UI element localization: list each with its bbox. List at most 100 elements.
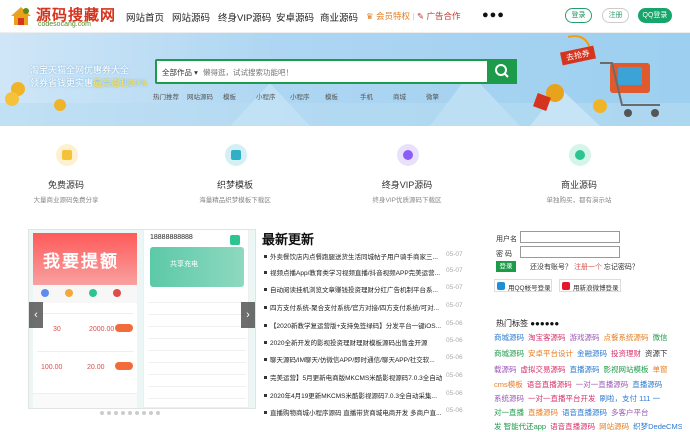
tag-link[interactable]: 网站源码 bbox=[599, 421, 629, 432]
tag-link[interactable]: 虚拟交易源码 bbox=[521, 364, 566, 375]
hot-keyword[interactable]: 小程序 bbox=[290, 91, 310, 101]
register-button[interactable]: 注册 bbox=[602, 8, 629, 23]
news-title[interactable]: 聊天源码/IM聊天/仿微信APP/即时通信/聊天APP/社交软... bbox=[270, 354, 442, 364]
news-item[interactable]: 2020全新开发的影视投资理财理财模板源码出售金开源 05-06 bbox=[262, 337, 467, 349]
news-item[interactable]: 四方支付系统-聚合支付系统/官方对接/四方支付系统/可对... 05-07 bbox=[262, 302, 467, 314]
slider-dot[interactable] bbox=[135, 411, 139, 415]
slider-dot[interactable] bbox=[114, 411, 118, 415]
nav-item-business[interactable]: 商业源码 bbox=[320, 10, 358, 24]
hot-keyword[interactable]: 模板 bbox=[325, 91, 338, 101]
tag-link[interactable]: 多客户平台 bbox=[611, 407, 649, 418]
hot-keyword[interactable]: 网站源码 bbox=[187, 91, 213, 101]
slider-next-button[interactable]: › bbox=[241, 302, 255, 328]
nav-item-android[interactable]: 安卓源码 bbox=[276, 10, 314, 24]
login-button[interactable]: 登录 bbox=[565, 8, 592, 23]
tag-link[interactable]: 金融源码 bbox=[577, 348, 607, 359]
tag-link[interactable]: 淘宝客源码 bbox=[528, 332, 566, 343]
news-item[interactable]: 【2020新教学复运营版+支持免签绿码】分发平台一键iOS... 05-06 bbox=[262, 320, 467, 332]
tag-link[interactable]: 一对一直播源码 bbox=[576, 379, 629, 390]
site-logo[interactable]: 源码搜藏网 codesocang.com bbox=[8, 3, 118, 30]
news-item[interactable]: 外卖餐饮店内点餐跑腿送货生活同城帖子用户骑手商家三... 05-07 bbox=[262, 251, 467, 263]
image-slider[interactable]: 我要提额 30 2000.00 100.00 20.00 18888888888… bbox=[28, 229, 256, 409]
hot-keyword[interactable]: 模板 bbox=[223, 91, 236, 101]
news-title[interactable]: 视频点播App/教育类学习视频直播/抖音视频APP完美运营... bbox=[270, 267, 442, 277]
slider-dot[interactable] bbox=[156, 411, 160, 415]
nav-item-site-source[interactable]: 网站源码 bbox=[172, 10, 210, 24]
tag-link[interactable]: 直播源码 bbox=[528, 407, 558, 418]
share-title: 共享充电 bbox=[170, 261, 198, 268]
username-input[interactable] bbox=[520, 231, 620, 243]
hot-keyword[interactable]: 小程序 bbox=[256, 91, 276, 101]
news-title[interactable]: 自动阅读挂机浏览文章赚钱投资理财分红广告机制平台系... bbox=[270, 284, 442, 294]
weibo-login-button[interactable]: 用新浪微博登录 bbox=[559, 279, 621, 292]
tag-link[interactable]: 语音直播源码 bbox=[562, 407, 607, 418]
slider-dot[interactable] bbox=[128, 411, 132, 415]
nav-item-lifetime-vip[interactable]: 终身VIP源码 bbox=[218, 10, 271, 24]
tag-link[interactable]: 影视网站模板 bbox=[604, 364, 649, 375]
news-item[interactable]: 视频点播App/教育类学习视频直播/抖音视频APP完美运营... 05-07 bbox=[262, 267, 467, 279]
tag-link[interactable]: 资源下 bbox=[645, 348, 668, 359]
news-date: 05-06 bbox=[446, 337, 463, 344]
news-item[interactable]: 直播购物商城小程序源码 直播带货商城电商开发 多商户直... 05-06 bbox=[262, 407, 467, 419]
tag-link[interactable]: cms模板 bbox=[494, 379, 523, 390]
tag-link[interactable]: 语音直播源码 bbox=[527, 379, 572, 390]
latest-updates-title: 最新更新 bbox=[262, 232, 315, 247]
news-item[interactable]: 完美运营】5月更新电商版MKCMS米酷影视源码7.0.3全自动采集... 05-0… bbox=[262, 372, 467, 384]
more-menu-icon[interactable]: ●●● bbox=[482, 9, 505, 21]
tag-link[interactable]: 刷啦，支付 111 一 bbox=[600, 393, 661, 404]
tag-link[interactable]: 微信 bbox=[653, 332, 668, 343]
ad-cooperation-link[interactable]: 广告合作 bbox=[426, 11, 460, 21]
news-title[interactable]: 完美运营】5月更新电商版MKCMS米酷影视源码7.0.3全自动采集... bbox=[270, 372, 442, 382]
hot-keyword[interactable]: 商城 bbox=[393, 91, 406, 101]
news-item[interactable]: 2020年4月19更新MKCMS米酷影视源码7.0.3全自动采集... 05-06 bbox=[262, 390, 467, 402]
tag-link[interactable]: 一对一直播平台开发 bbox=[528, 393, 596, 404]
tag-link[interactable]: 直播源码 bbox=[570, 364, 600, 375]
tag-link[interactable]: 商城源码 bbox=[494, 332, 524, 343]
news-item[interactable]: 自动阅读挂机浏览文章赚钱投资理财分红广告机制平台系... 05-07 bbox=[262, 284, 467, 296]
tag-link[interactable]: 单窗 bbox=[653, 364, 668, 375]
slider-dot[interactable] bbox=[149, 411, 153, 415]
news-title[interactable]: 外卖餐饮店内点餐跑腿送货生活同城帖子用户骑手商家三... bbox=[270, 251, 442, 261]
qq-account-login-button[interactable]: 用QQ帐号登录 bbox=[494, 279, 552, 292]
slide-phone-number: 18888888888 bbox=[150, 234, 193, 241]
loan-stat: 2000.00 bbox=[89, 326, 115, 333]
tag-link[interactable]: 发 智能代还app bbox=[494, 421, 546, 432]
qq-login-button[interactable]: QQ登录 bbox=[638, 8, 672, 23]
search-category-select[interactable]: 全部作品 ▾ bbox=[162, 67, 198, 78]
tag-link[interactable]: 游戏源码 bbox=[570, 332, 600, 343]
news-title[interactable]: 2020年4月19更新MKCMS米酷影视源码7.0.3全自动采集... bbox=[270, 390, 442, 400]
tag-link[interactable]: 安卓平台设计 bbox=[528, 348, 573, 359]
register-link[interactable]: 注册一个 bbox=[574, 264, 602, 271]
hot-keyword[interactable]: 手机 bbox=[360, 91, 373, 101]
tag-link[interactable]: 载源码 bbox=[494, 364, 517, 375]
tag-link[interactable]: 系统源码 bbox=[494, 393, 524, 404]
news-item[interactable]: 聊天源码/IM聊天/仿微信APP/即时通信/聊天APP/社交软... 05-06 bbox=[262, 354, 467, 366]
feature-desc: 大量商业源码免费分享 bbox=[33, 197, 99, 204]
search-button[interactable] bbox=[487, 59, 517, 84]
hot-keyword[interactable]: 微擎 bbox=[426, 91, 439, 101]
feature-desc: 终身VIP优质源码下载区 bbox=[372, 197, 442, 204]
slider-dot[interactable] bbox=[100, 411, 104, 415]
news-title[interactable]: 【2020新教学复运营版+支持免签绿码】分发平台一键iOS... bbox=[270, 320, 442, 330]
tag-link[interactable]: 直播源码 bbox=[632, 379, 662, 390]
news-title[interactable]: 四方支付系统-聚合支付系统/官方对接/四方支付系统/可对... bbox=[270, 302, 442, 312]
search-input[interactable] bbox=[203, 65, 483, 79]
password-input[interactable] bbox=[520, 246, 620, 258]
nav-item-home[interactable]: 网站首页 bbox=[126, 10, 164, 24]
vip-privilege-link[interactable]: 会员特权 bbox=[376, 11, 410, 21]
slider-dot[interactable] bbox=[142, 411, 146, 415]
forget-password-link[interactable]: 忘记密码？ bbox=[604, 264, 639, 271]
tag-link[interactable]: 点餐系统源码 bbox=[604, 332, 649, 343]
tag-link[interactable]: 语音直播源码 bbox=[550, 421, 595, 432]
tag-link[interactable]: 投资理财 bbox=[611, 348, 641, 359]
news-title[interactable]: 直播购物商城小程序源码 直播带货商城电商开发 多商户直... bbox=[270, 407, 442, 417]
loan-card-1: 30 2000.00 bbox=[37, 313, 133, 345]
slider-dot[interactable] bbox=[121, 411, 125, 415]
slider-dot[interactable] bbox=[107, 411, 111, 415]
slider-prev-button[interactable]: ‹ bbox=[29, 302, 43, 328]
login-submit-button[interactable]: 登录 bbox=[496, 261, 516, 272]
tag-link[interactable]: 对一直播 bbox=[494, 407, 524, 418]
news-title[interactable]: 2020全新开发的影视投资理财理财模板源码出售金开源 bbox=[270, 337, 442, 347]
tag-link[interactable]: 商城源码 bbox=[494, 348, 524, 359]
tag-link[interactable]: 织梦DedeCMS 2 bbox=[633, 421, 682, 432]
